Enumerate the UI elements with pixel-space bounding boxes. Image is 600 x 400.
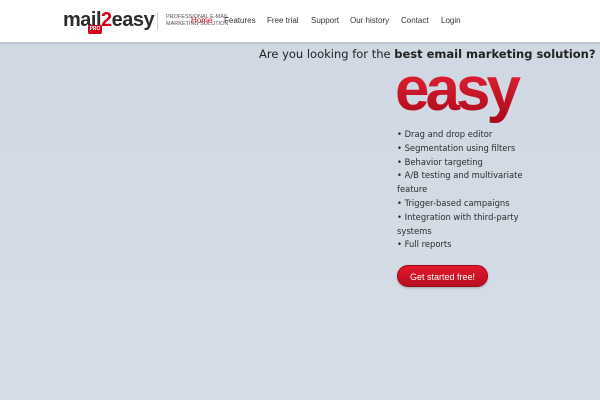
feature-item: Behavior targeting: [397, 156, 537, 170]
main-nav: Home Features Free trial Support Our his…: [191, 16, 600, 28]
nav-item-free-trial[interactable]: Free trial: [267, 16, 299, 25]
feature-item: Drag and drop editor: [397, 128, 537, 142]
nav-item-features[interactable]: Features: [224, 16, 256, 25]
feature-item: Trigger-based campaigns: [397, 197, 537, 211]
hero-question-prefix: Are you looking for the: [259, 47, 395, 61]
mail2easy-logo[interactable]: mail2easy PRO: [63, 9, 163, 35]
nav-item-contact[interactable]: Contact: [401, 16, 429, 25]
site-header: mail2easy PRO Professional e-mail market…: [0, 0, 600, 42]
feature-item: Segmentation using filters: [397, 142, 537, 156]
nav-item-support[interactable]: Support: [311, 16, 339, 25]
nav-item-our-history[interactable]: Our history: [350, 16, 389, 25]
nav-item-home[interactable]: Home: [191, 16, 212, 25]
nav-item-login[interactable]: Login: [441, 16, 461, 25]
feature-item: Integration with third-party systems: [397, 211, 537, 239]
logo-divider: [157, 12, 158, 30]
feature-list: Drag and drop editor Segmentation using …: [397, 128, 537, 252]
easy-word-text: easy: [395, 58, 521, 124]
easy-wordmark: easy: [395, 58, 525, 124]
feature-item: A/B testing and multivariate feature: [397, 169, 537, 197]
logo-pro-badge: PRO: [88, 25, 102, 34]
feature-item: Full reports: [397, 238, 537, 252]
get-started-button[interactable]: Get started free!: [397, 265, 488, 287]
logo-wordmark: mail2easy: [63, 9, 155, 31]
